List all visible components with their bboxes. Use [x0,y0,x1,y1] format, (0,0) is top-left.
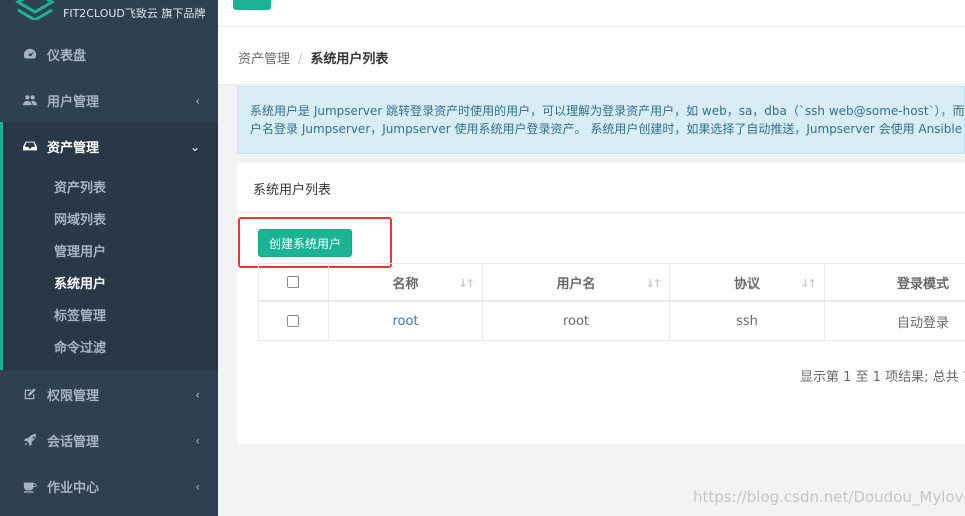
table-border [258,340,965,341]
edit-icon [23,387,37,401]
info-alert-line-2: 户名登录 Jumpserver，Jumpserver 使用系统用户登录资产。 系… [250,122,965,136]
select-all-checkbox[interactable] [287,276,299,288]
create-system-user-button[interactable]: 创建系统用户 [258,229,352,257]
sort-icon: ↓↑ [645,277,663,290]
info-alert-line-1: 系统用户是 Jumpserver 跳转登录资产时使用的用户，可以理解为登录资产用… [250,104,965,118]
nav-permission-management-label: 权限管理 [47,388,100,404]
top-navbar [218,0,965,27]
watermark: https://blog.csdn.net/Doudou_Mylove [693,488,965,506]
nav-dashboard-label: 仪表盘 [47,48,87,64]
dashboard-icon [23,47,37,61]
rocket-icon [23,433,37,447]
cell-username-value: root [562,313,590,329]
breadcrumb-parent-link[interactable]: 资产管理 [238,52,290,67]
pagination-info: 显示第 1 至 1 项结果; 总共 1 [800,370,965,385]
chevron-left-icon: ‹ [195,434,200,448]
column-header-name-label: 名称 [392,276,419,292]
column-header-username[interactable]: 用户名 ↓↑ [483,264,670,300]
column-header-username-label: 用户名 [556,276,596,292]
inbox-icon [23,139,37,153]
nav-asset-management[interactable]: 资产管理 ⌄ [0,123,218,169]
select-all-cell [258,264,329,300]
nav-job-center-label: 作业中心 [47,480,100,496]
brand: FIT2CLOUD飞致云 旗下品牌 [0,0,218,30]
row-select-cell [258,302,329,340]
brand-subtitle: FIT2CLOUD飞致云 旗下品牌 [63,7,206,20]
column-header-protocol[interactable]: 协议 ↓↑ [670,264,825,300]
chevron-down-icon: ⌄ [189,140,200,154]
cell-protocol: ssh [670,302,825,340]
sub-item-system-user[interactable]: 系统用户 [54,273,106,292]
cell-login-mode: 自动登录 [825,302,965,340]
nav-session-management-label: 会话管理 [47,434,100,450]
nav-user-management[interactable]: 用户管理 ‹ [0,77,218,123]
row-checkbox[interactable] [287,315,299,327]
column-header-name[interactable]: 名称 ↓↑ [329,264,483,300]
cell-username: root [483,302,670,340]
jumpserver-logo-icon [15,0,55,20]
column-header-login-mode[interactable]: 登录模式 [825,264,965,300]
sub-item-admin-user[interactable]: 管理用户 [54,241,106,260]
info-alert: 系统用户是 Jumpserver 跳转登录资产时使用的用户，可以理解为登录资产用… [237,86,965,154]
chevron-left-icon: ‹ [195,388,200,402]
nav-asset-management-label: 资产管理 [47,140,100,156]
chevron-left-icon: ‹ [195,94,200,108]
sidebar: FIT2CLOUD飞致云 旗下品牌 仪表盘 用户管理 ‹ 资产管理 ⌄ 资产列表… [0,0,218,516]
sub-item-label-management[interactable]: 标签管理 [54,305,106,324]
nav-dashboard[interactable]: 仪表盘 [0,31,218,77]
column-header-protocol-label: 协议 [733,276,760,292]
page-heading: 资产管理 / 系统用户列表 [218,27,965,85]
sub-item-command-filter[interactable]: 命令过滤 [54,337,106,356]
sub-item-asset-list[interactable]: 资产列表 [54,177,106,196]
navbar-toggle-button[interactable] [233,0,271,10]
sub-item-domain-list[interactable]: 网域列表 [54,209,106,228]
chevron-left-icon: ‹ [195,480,200,494]
nav-user-management-label: 用户管理 [47,94,100,110]
users-icon [23,93,37,107]
panel-title: 系统用户列表 [253,183,332,198]
system-user-name-link[interactable]: root [392,314,418,329]
breadcrumb-separator: / [298,52,303,67]
panel-title-bar: 系统用户列表 [237,163,965,213]
breadcrumb: 资产管理 / 系统用户列表 [238,48,388,67]
cell-name: root [329,302,483,340]
sort-icon: ↓↑ [458,277,476,290]
cell-login-mode-value: 自动登录 [896,315,949,331]
nav-permission-management[interactable]: 权限管理 ‹ [0,371,218,417]
column-header-login-mode-label: 登录模式 [896,276,949,292]
nav-job-center[interactable]: 作业中心 ‹ [0,463,218,509]
cell-protocol-value: ssh [736,313,758,329]
sort-icon: ↓↑ [800,277,818,290]
breadcrumb-current: 系统用户列表 [310,52,389,67]
coffee-icon [23,479,37,493]
nav-session-management[interactable]: 会话管理 ‹ [0,417,218,463]
